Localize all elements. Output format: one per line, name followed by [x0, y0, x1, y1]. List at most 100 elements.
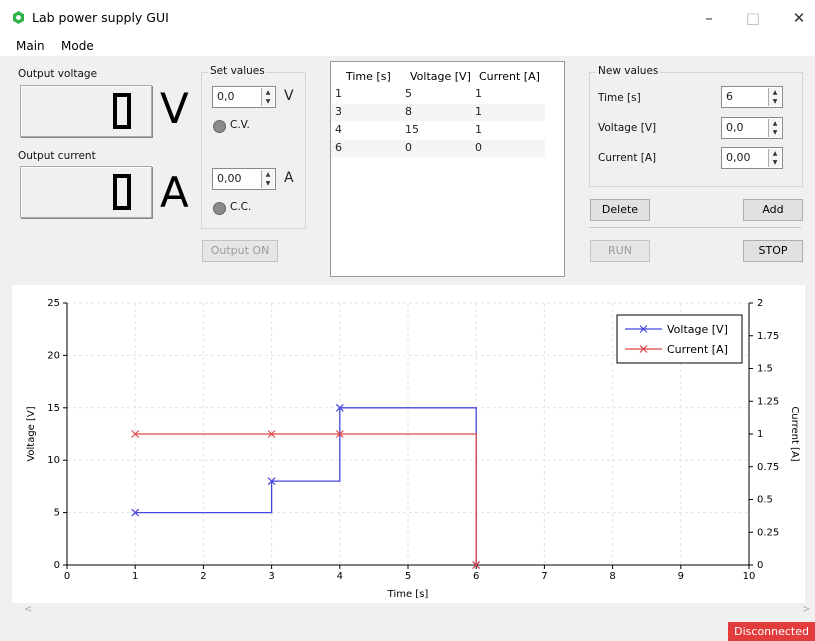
current-unit: A — [160, 168, 189, 217]
table-header-current: Current [A] — [479, 70, 540, 83]
new-time-value: 6 — [726, 90, 733, 103]
y2-tick-label: 0.5 — [757, 495, 773, 506]
x-tick-label: 2 — [200, 571, 206, 582]
table-row[interactable]: 1 5 1 — [331, 86, 545, 103]
y2-tick-label: 1 — [757, 429, 763, 440]
new-voltage-value: 0,0 — [726, 121, 744, 134]
stop-button[interactable]: STOP — [743, 240, 803, 262]
voltage-lcd: 0 — [20, 85, 152, 137]
cv-radio[interactable] — [213, 120, 226, 133]
new-values-title: New values — [596, 65, 661, 77]
set-voltage-spinbox[interactable]: 0,0 ▲ ▼ — [212, 86, 276, 108]
menu-bar — [0, 36, 815, 56]
y2-tick-label: 1.5 — [757, 364, 773, 375]
x-tick-label: 0 — [64, 571, 70, 582]
table-cell: 15 — [405, 123, 419, 136]
table-cell: 0 — [475, 141, 482, 154]
table-cell: 6 — [335, 141, 342, 154]
y-tick-label: 0 — [54, 560, 60, 571]
x-tick-label: 3 — [268, 571, 274, 582]
set-current-unit: A — [284, 170, 294, 186]
set-current-spinbox[interactable]: 0,00 ▲ ▼ — [212, 168, 276, 190]
y2-tick-label: 2 — [757, 298, 763, 309]
y-tick-label: 15 — [47, 403, 60, 414]
spin-arrows-icon[interactable]: ▲ ▼ — [261, 88, 274, 106]
table-cell: 3 — [335, 105, 342, 118]
table-header-time: Time [s] — [346, 70, 391, 83]
spin-arrows-icon[interactable]: ▲ ▼ — [768, 149, 781, 167]
x-tick-label: 8 — [609, 571, 615, 582]
y2-tick-label: 1.75 — [757, 331, 779, 342]
y2-tick-label: 0 — [757, 560, 763, 571]
menu-main[interactable]: Main — [16, 39, 45, 53]
legend-label: Current [A] — [667, 343, 728, 356]
spin-arrows-icon[interactable]: ▲ ▼ — [768, 119, 781, 137]
x-tick-label: 6 — [473, 571, 479, 582]
spin-arrows-icon[interactable]: ▲ ▼ — [768, 88, 781, 106]
output-on-button[interactable]: Output ON — [202, 240, 278, 262]
x-tick-label: 9 — [678, 571, 684, 582]
new-time-label: Time [s] — [598, 92, 641, 104]
current-lcd: 0 — [20, 166, 152, 218]
new-current-spinbox[interactable]: 0,00 ▲ ▼ — [721, 147, 783, 169]
spin-arrows-icon[interactable]: ▲ ▼ — [261, 170, 274, 188]
maximize-button[interactable]: □ — [738, 4, 768, 32]
cc-radio[interactable] — [213, 202, 226, 215]
table-row[interactable]: 4 15 1 — [331, 122, 545, 139]
table-cell: 4 — [335, 123, 342, 136]
scroll-left-icon[interactable]: < — [24, 604, 32, 615]
window-title: Lab power supply GUI — [32, 10, 169, 25]
output-voltage-label: Output voltage — [18, 68, 98, 80]
legend-label: Voltage [V] — [667, 323, 728, 336]
voltage-lcd-digit — [113, 93, 131, 129]
table-cell: 1 — [335, 87, 342, 100]
cc-label: C.C. — [230, 201, 252, 213]
app-icon — [13, 11, 24, 24]
y2-tick-label: 0.25 — [757, 527, 779, 538]
set-voltage-value: 0,0 — [217, 90, 235, 103]
scroll-right-icon[interactable]: > — [802, 604, 810, 615]
x-tick-label: 7 — [541, 571, 547, 582]
x-axis-label: Time [s] — [387, 589, 429, 600]
connection-status: Disconnected — [728, 622, 815, 641]
table-row[interactable]: 3 8 1 — [331, 104, 545, 121]
voltage-unit: V — [160, 84, 189, 133]
table-cell: 1 — [475, 123, 482, 136]
close-button[interactable]: ✕ — [784, 4, 814, 32]
y2-tick-label: 0.75 — [757, 462, 779, 473]
new-voltage-spinbox[interactable]: 0,0 ▲ ▼ — [721, 117, 783, 139]
y-tick-label: 25 — [47, 298, 60, 309]
x-tick-label: 10 — [743, 571, 756, 582]
new-current-label: Current [A] — [598, 152, 657, 164]
current-lcd-digit — [113, 174, 131, 210]
y-tick-label: 5 — [54, 508, 60, 519]
table-cell: 1 — [475, 87, 482, 100]
y-tick-label: 10 — [47, 455, 60, 466]
table-cell: 8 — [405, 105, 412, 118]
run-button[interactable]: RUN — [590, 240, 650, 262]
table-cell: 5 — [405, 87, 412, 100]
cv-label: C.V. — [230, 119, 250, 131]
new-time-spinbox[interactable]: 6 ▲ ▼ — [721, 86, 783, 108]
sequence-table[interactable]: Time [s] Voltage [V] Current [A] 1513814… — [330, 61, 565, 277]
table-cell: 0 — [405, 141, 412, 154]
x-tick-label: 4 — [337, 571, 343, 582]
minimize-button[interactable]: – — [694, 4, 724, 32]
add-button[interactable]: Add — [743, 199, 803, 221]
series-line — [135, 407, 477, 565]
x-tick-label: 5 — [405, 571, 411, 582]
y2-axis-label: Current [A] — [789, 406, 800, 461]
delete-button[interactable]: Delete — [590, 199, 650, 221]
y-axis-label: Voltage [V] — [26, 406, 37, 461]
set-current-value: 0,00 — [217, 172, 242, 185]
divider — [589, 227, 801, 228]
menu-mode[interactable]: Mode — [61, 39, 94, 53]
set-values-title: Set values — [208, 65, 267, 77]
table-row[interactable]: 6 0 0 — [331, 140, 545, 157]
series-line — [135, 433, 477, 565]
table-cell: 1 — [475, 105, 482, 118]
x-tick-label: 1 — [132, 571, 138, 582]
y2-tick-label: 1.25 — [757, 396, 779, 407]
set-voltage-unit: V — [284, 88, 294, 104]
new-voltage-label: Voltage [V] — [598, 122, 657, 134]
